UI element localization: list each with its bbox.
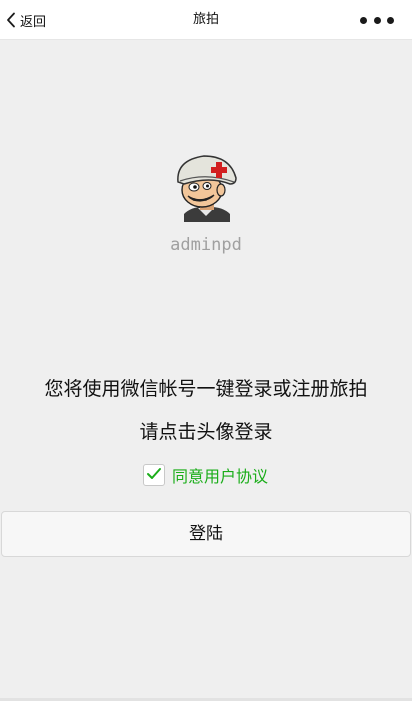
soldier-helmet-avatar-icon [170, 150, 242, 222]
login-notice: 您将使用微信帐号一键登录或注册旅拍 [44, 378, 368, 400]
username: adminpd [170, 235, 242, 255]
agreement-checkbox[interactable] [143, 464, 165, 486]
page-title: 旅拍 [192, 12, 219, 27]
login-button[interactable]: 登陆 [1, 511, 411, 557]
more-dot [373, 16, 381, 24]
avatar[interactable] [170, 150, 242, 222]
more-dot [387, 16, 394, 24]
more-button[interactable] [360, 15, 394, 25]
user-agreement-link[interactable]: 同意用户协议 [172, 463, 268, 487]
more-dot [360, 16, 367, 24]
navigation-bar: 返回 旅拍 [0, 0, 412, 40]
tap-avatar-hint: 请点击头像登录 [139, 421, 273, 443]
agreement-row: 同意用户协议 [143, 463, 268, 487]
check-icon [146, 466, 162, 485]
